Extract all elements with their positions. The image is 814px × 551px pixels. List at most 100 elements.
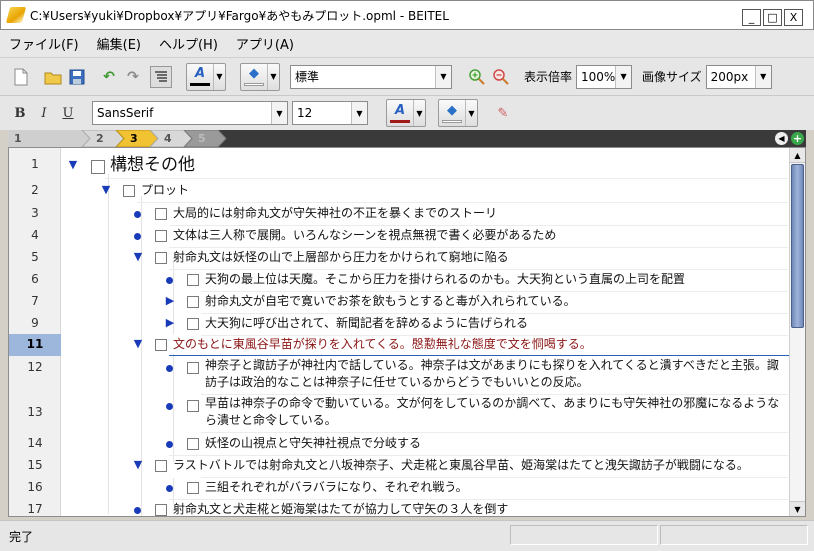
checkbox[interactable] (155, 460, 167, 472)
font-family-select[interactable]: SansSerif ▼ (92, 101, 288, 125)
outline-text[interactable]: 妖怪の山視点と守矢神社視点で分岐する (205, 434, 421, 453)
outline-text[interactable]: 文体は三人称で展開。いろんなシーンを視点無視で書く必要があるため (173, 226, 556, 245)
checkbox[interactable] (155, 339, 167, 351)
text-color-dropdown-icon[interactable]: ▼ (413, 100, 425, 126)
menu-app[interactable]: アプリ(A) (227, 34, 303, 53)
chevron-down-icon[interactable]: ▼ (615, 65, 632, 88)
collapse-triangle-icon[interactable]: ▼ (132, 337, 144, 350)
chevron-down-icon[interactable]: ▼ (435, 65, 451, 88)
outline-text[interactable]: 文のもとに東風谷早苗が探りを入れてくる。慇懃無礼な態度で文を恫喝する。 (173, 335, 592, 354)
outline-row[interactable]: 2 ▼ プロット (9, 180, 790, 202)
chevron-down-icon[interactable]: ▼ (351, 102, 367, 124)
outline-text[interactable]: 神奈子と諏訪子が神社内で話している。神奈子は文があまりにも探りを入れてくると潰す… (205, 357, 783, 391)
outline-row[interactable]: 14 妖怪の山視点と守矢神社視点で分岐する (9, 433, 790, 455)
outline-row[interactable]: 5 ▼ 射命丸文は妖怪の山で上層部から圧力をかけられて窮地に陥る (9, 247, 790, 269)
redo-icon[interactable]: ↷ (122, 66, 144, 88)
checkbox[interactable] (155, 230, 167, 242)
outline-text[interactable]: 射命丸文が自宅で寛いでお茶を飲もうとすると毒が入れられている。 (205, 292, 576, 311)
outline-row[interactable]: 9 ▶ 大天狗に呼び出されて、新聞記者を辞めるように告げられる (9, 313, 790, 335)
close-button[interactable]: X (784, 9, 803, 26)
level-tab-1[interactable]: 1 (14, 130, 82, 147)
outline-row[interactable]: 3 大局的には射命丸文が守矢神社の不正を暴くまでのストーリ (9, 203, 790, 225)
menu-help[interactable]: ヘルプ(H) (150, 34, 227, 53)
font-size-select[interactable]: 12 ▼ (292, 101, 368, 125)
checkbox[interactable] (187, 438, 199, 450)
outline-row[interactable]: 4 文体は三人称で展開。いろんなシーンを視点無視で書く必要があるため (9, 225, 790, 247)
chevron-down-icon[interactable]: ▼ (754, 65, 771, 88)
level-tab-3[interactable]: 3 (130, 130, 156, 147)
outline-row[interactable]: 1 ▼ 構想その他 (9, 152, 790, 178)
outline-text[interactable]: 射命丸文と犬走椛と姫海棠はたてが協力して守矢の３人を倒す (173, 500, 508, 516)
outline-text[interactable]: ラストバトルでは射命丸文と八坂神奈子、犬走椛と東風谷早苗、姫海棠はたてと洩矢諏訪… (173, 456, 749, 475)
text-highlight-button[interactable]: ◆ ▼ (438, 99, 478, 127)
outline-text[interactable]: 早苗は神奈子の命令で動いている。文が何をしているのか調べて、あまりにも守矢神社の… (205, 395, 783, 429)
outline-text[interactable]: 射命丸文は妖怪の山で上層部から圧力をかけられて窮地に陥る (173, 248, 509, 267)
outline-row[interactable]: 6 天狗の最上位は天魔。そこから圧力を掛けられるのかも。大天狗という直属の上司を… (9, 269, 790, 291)
bold-button[interactable]: B (10, 101, 30, 125)
minimize-button[interactable]: _ (742, 9, 761, 26)
underline-button[interactable]: U (58, 101, 78, 125)
outline-text[interactable]: 構想その他 (110, 153, 195, 177)
level-tab-2[interactable]: 2 (96, 130, 122, 147)
outline-text[interactable]: 大天狗に呼び出されて、新聞記者を辞めるように告げられる (205, 314, 528, 333)
add-level-icon[interactable]: + (791, 132, 804, 145)
outline-text[interactable]: 大局的には射命丸文が守矢神社の不正を暴くまでのストーリ (173, 204, 497, 223)
outline-row[interactable]: 13 早苗は神奈子の命令で動いている。文が何をしているのか調べて、あまりにも守矢… (9, 395, 790, 433)
expand-triangle-icon[interactable]: ▶ (164, 294, 176, 307)
undo-icon[interactable]: ↶ (98, 66, 120, 88)
italic-button[interactable]: I (34, 101, 54, 125)
new-file-icon[interactable] (10, 66, 32, 88)
menu-edit[interactable]: 編集(E) (88, 34, 150, 53)
eraser-icon[interactable]: ✎ (492, 102, 514, 124)
zoom-select[interactable]: 100% ▼ (576, 64, 633, 89)
checkbox[interactable] (187, 362, 199, 374)
checkbox[interactable] (91, 160, 105, 174)
zoom-out-icon[interactable] (490, 66, 512, 88)
collapse-all-icon[interactable]: ◀ (775, 132, 788, 145)
scroll-down-arrow-icon[interactable]: ▼ (790, 501, 805, 516)
outline-row-current[interactable]: 11 ▼ 文のもとに東風谷早苗が探りを入れてくる。慇懃無礼な態度で文を恫喝する。 (9, 334, 790, 356)
font-color-button[interactable]: A ▼ (186, 62, 226, 91)
outline-row[interactable]: 17 射命丸文と犬走椛と姫海棠はたてが協力して守矢の３人を倒す (9, 499, 790, 516)
font-color-dropdown-icon[interactable]: ▼ (213, 63, 225, 90)
checkbox[interactable] (187, 400, 199, 412)
highlight-color-button[interactable]: ◆ ▼ (240, 62, 280, 91)
checkbox[interactable] (155, 208, 167, 220)
outline-row[interactable]: 7 ▶ 射命丸文が自宅で寛いでお茶を飲もうとすると毒が入れられている。 (9, 291, 790, 313)
level-tab-4[interactable]: 4 (164, 130, 190, 147)
menu-file[interactable]: ファイル(F) (0, 34, 88, 53)
outline-text[interactable]: 三組それぞれがバラバラになり、それぞれ戦う。 (205, 478, 468, 497)
outline-editor[interactable]: 1 ▼ 構想その他 2 ▼ プロット 3 大局的には射命丸文が守矢神社の不正を暴… (8, 147, 806, 517)
collapse-triangle-icon[interactable]: ▼ (67, 158, 79, 171)
collapse-triangle-icon[interactable]: ▼ (100, 183, 112, 196)
expand-triangle-icon[interactable]: ▶ (164, 316, 176, 329)
checkbox[interactable] (187, 296, 199, 308)
level-tab-5[interactable]: 5 (198, 130, 224, 147)
text-color-button[interactable]: A ▼ (386, 99, 426, 127)
outline-row[interactable]: 15 ▼ ラストバトルでは射命丸文と八坂神奈子、犬走椛と東風谷早苗、姫海棠はたて… (9, 455, 790, 477)
maximize-button[interactable]: □ (763, 9, 782, 26)
checkbox[interactable] (187, 482, 199, 494)
chevron-down-icon[interactable]: ▼ (271, 102, 287, 124)
checkbox[interactable] (155, 252, 167, 264)
text-highlight-dropdown-icon[interactable]: ▼ (465, 100, 477, 126)
highlight-color-dropdown-icon[interactable]: ▼ (267, 63, 279, 90)
zoom-in-icon[interactable] (466, 66, 488, 88)
outline-row[interactable]: 12 神奈子と諏訪子が神社内で話している。神奈子は文があまりにも探りを入れてくる… (9, 357, 790, 395)
checkbox[interactable] (187, 274, 199, 286)
outline-text[interactable]: 天狗の最上位は天魔。そこから圧力を掛けられるのかも。大天狗という直属の上司を配置 (205, 270, 685, 289)
collapse-triangle-icon[interactable]: ▼ (132, 458, 144, 471)
style-select[interactable]: 標準 ▼ (290, 64, 452, 89)
scrollbar-thumb[interactable] (791, 164, 804, 328)
collapse-triangle-icon[interactable]: ▼ (132, 250, 144, 263)
scroll-up-arrow-icon[interactable]: ▲ (790, 148, 805, 163)
image-size-select[interactable]: 200px ▼ (705, 64, 772, 89)
outline-text[interactable]: プロット (141, 181, 189, 200)
outline-row[interactable]: 16 三組それぞれがバラバラになり、それぞれ戦う。 (9, 477, 790, 499)
open-folder-icon[interactable] (42, 66, 64, 88)
vertical-scrollbar[interactable]: ▲ ▼ (789, 148, 805, 516)
checkbox[interactable] (187, 318, 199, 330)
save-icon[interactable] (66, 66, 88, 88)
outline-view-icon[interactable] (150, 65, 172, 88)
checkbox[interactable] (123, 185, 135, 197)
